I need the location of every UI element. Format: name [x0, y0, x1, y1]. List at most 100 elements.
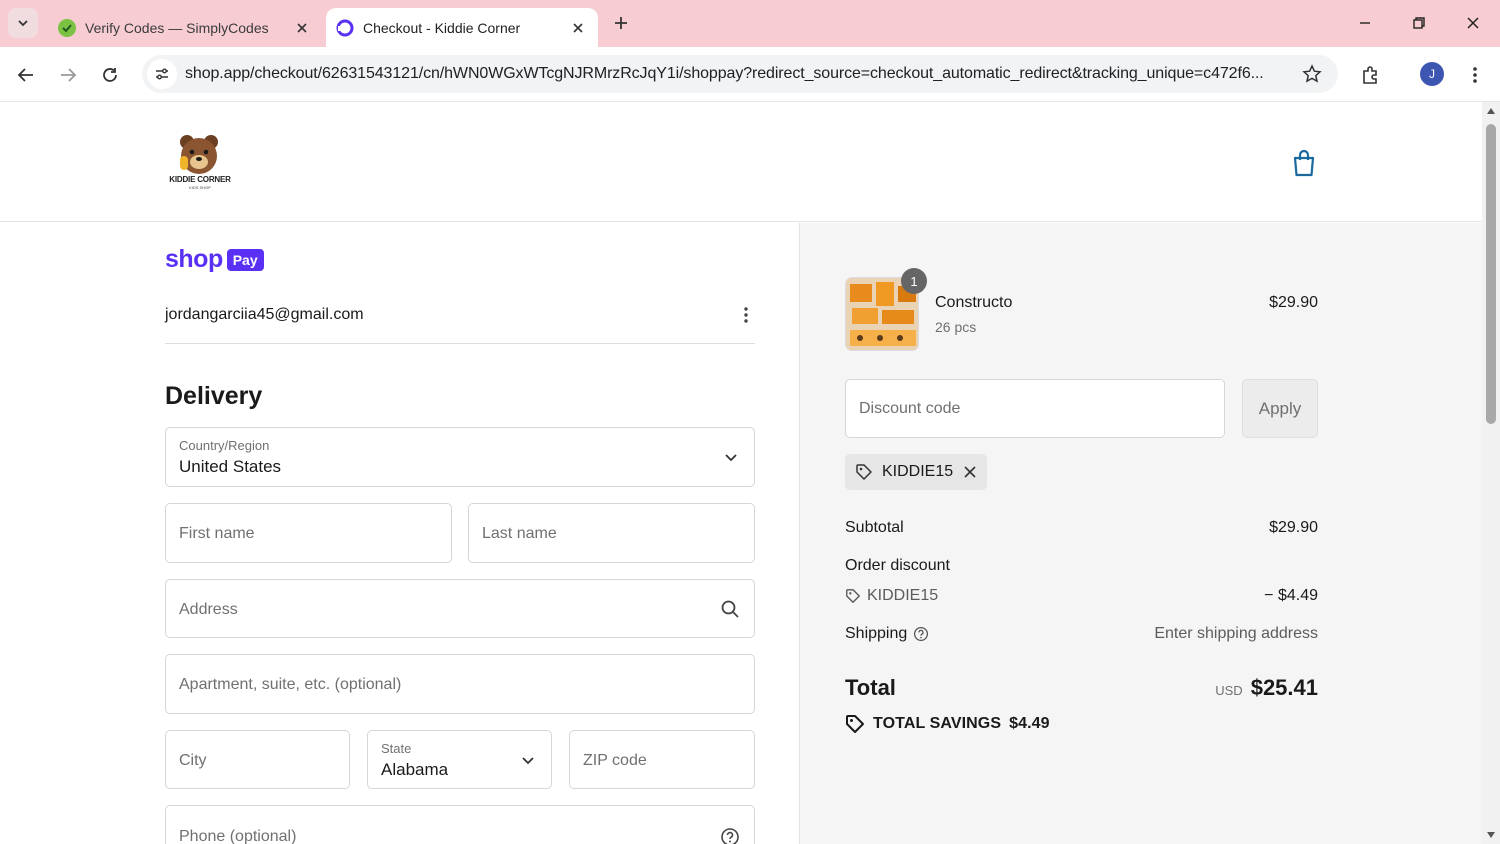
- shopping-bag-icon[interactable]: [1290, 148, 1318, 178]
- zip-field[interactable]: ZIP code: [569, 730, 755, 789]
- country-label: Country/Region: [179, 438, 270, 453]
- tab-search-button[interactable]: [8, 8, 38, 38]
- tab-title: Verify Codes — SimplyCodes: [85, 19, 269, 36]
- last-name-field[interactable]: Last name: [468, 503, 755, 563]
- shop-pay-wordmark: shop: [165, 245, 223, 273]
- total-savings-label: TOTAL SAVINGS: [873, 715, 1002, 732]
- close-window-button[interactable]: [1458, 9, 1488, 37]
- total-savings: TOTAL SAVINGS $4.49: [845, 714, 1050, 734]
- order-discount-code-row: KIDDIE15: [845, 587, 938, 605]
- order-discount-label: Order discount: [845, 557, 950, 574]
- browser-menu-button[interactable]: [1460, 60, 1490, 90]
- puzzle-icon: [1363, 66, 1377, 84]
- shop-icon: [336, 19, 354, 37]
- store-logo-text: KIDDIE CORNER: [169, 175, 231, 184]
- apply-discount-button[interactable]: Apply: [1242, 379, 1318, 438]
- order-discount-value: − $4.49: [1264, 587, 1318, 604]
- checkout-header: KIDDIE CORNER KIDS SHOP: [0, 102, 1482, 222]
- state-select[interactable]: State Alabama: [367, 730, 552, 789]
- shipping-label: Shipping: [845, 625, 908, 642]
- arrow-left-icon: [17, 68, 33, 82]
- discount-code-placeholder: Discount code: [859, 400, 961, 417]
- total-label: Total: [845, 675, 896, 700]
- checkout-page: KIDDIE CORNER KIDS SHOP shop Pay jordang…: [0, 102, 1482, 844]
- shipping-row: Shipping: [845, 625, 929, 643]
- remove-discount-icon[interactable]: [963, 465, 977, 479]
- simplycodes-icon: [58, 18, 76, 37]
- country-value: United States: [179, 457, 282, 476]
- apartment-field[interactable]: Apartment, suite, etc. (optional): [165, 654, 755, 714]
- phone-field[interactable]: Phone (optional): [165, 805, 755, 844]
- total-amount: $25.41: [1250, 675, 1318, 700]
- country-select[interactable]: Country/Region United States: [165, 427, 755, 487]
- tab-title: Checkout - Kiddie Corner: [363, 19, 521, 36]
- reload-icon: [103, 68, 117, 82]
- close-tab-icon[interactable]: [567, 17, 589, 39]
- scroll-up-arrow-icon[interactable]: [1484, 106, 1498, 116]
- product-variant: 26 pcs: [935, 319, 977, 335]
- first-name-field[interactable]: First name: [165, 503, 452, 563]
- tag-icon: [846, 715, 864, 733]
- store-logo-subtext: KIDS SHOP: [189, 185, 211, 190]
- quantity-badge: 1: [901, 268, 927, 294]
- chevron-down-icon: [522, 757, 534, 765]
- minimize-icon: [1360, 22, 1370, 24]
- tag-icon: [856, 464, 872, 480]
- more-vertical-icon: [744, 307, 748, 323]
- close-icon: [1467, 17, 1479, 29]
- shop-pay-logo: shop Pay: [165, 245, 264, 274]
- subtotal-value: $29.90: [1269, 519, 1318, 536]
- arrow-right-icon: [61, 68, 77, 82]
- state-label: State: [381, 741, 412, 756]
- help-circle-icon[interactable]: [720, 827, 740, 844]
- zip-placeholder: ZIP code: [583, 752, 647, 769]
- new-tab-button[interactable]: [608, 10, 634, 36]
- browser-tab-bar: Verify Codes — SimplyCodes Checkout - Ki…: [0, 0, 1500, 47]
- browser-toolbar: shop.app/checkout/62631543121/cn/hWN0WGx…: [0, 47, 1500, 102]
- tag-icon: [846, 589, 860, 603]
- subtotal-label: Subtotal: [845, 519, 904, 536]
- chevron-down-icon: [725, 454, 737, 462]
- applied-discount-code: KIDDIE15: [882, 463, 954, 480]
- profile-avatar[interactable]: J: [1420, 62, 1444, 86]
- last-name-placeholder: Last name: [482, 525, 557, 542]
- chevron-down-icon: [18, 20, 28, 27]
- minimize-button[interactable]: [1350, 9, 1380, 37]
- close-tab-icon[interactable]: [291, 17, 313, 39]
- reload-button[interactable]: [95, 60, 125, 90]
- first-name-placeholder: First name: [179, 525, 255, 542]
- account-email: jordangarciia45@gmail.com: [165, 306, 364, 323]
- order-discount-code: KIDDIE15: [867, 587, 939, 604]
- shipping-value: Enter shipping address: [1154, 625, 1318, 642]
- restore-button[interactable]: [1404, 9, 1434, 37]
- account-menu-button[interactable]: [737, 305, 755, 325]
- help-circle-icon[interactable]: [913, 626, 929, 642]
- restore-icon: [1413, 17, 1425, 29]
- scrollbar-thumb[interactable]: [1486, 124, 1496, 424]
- currency-code: USD: [1215, 683, 1243, 698]
- apartment-placeholder: Apartment, suite, etc. (optional): [179, 676, 402, 693]
- city-field[interactable]: City: [165, 730, 350, 789]
- scroll-down-arrow-icon[interactable]: [1484, 830, 1498, 840]
- address-bar[interactable]: shop.app/checkout/62631543121/cn/hWN0WGx…: [142, 55, 1338, 93]
- applied-discount-chip: KIDDIE15: [845, 454, 987, 490]
- address-placeholder: Address: [179, 601, 238, 618]
- search-icon: [721, 600, 739, 618]
- more-vertical-icon: [1473, 67, 1477, 83]
- total-amount-group: USD $25.41: [1215, 675, 1318, 701]
- delivery-heading: Delivery: [165, 382, 263, 410]
- tab-simplycodes[interactable]: Verify Codes — SimplyCodes: [46, 8, 322, 47]
- state-value: Alabama: [381, 760, 449, 779]
- store-logo[interactable]: KIDDIE CORNER KIDS SHOP: [166, 132, 234, 194]
- site-info-icon[interactable]: [147, 59, 177, 89]
- address-field[interactable]: Address: [165, 579, 755, 638]
- tab-checkout[interactable]: Checkout - Kiddie Corner: [326, 8, 598, 47]
- back-button[interactable]: [11, 60, 41, 90]
- discount-code-input[interactable]: Discount code: [845, 379, 1225, 438]
- product-name: Constructo: [935, 294, 1013, 311]
- extensions-button[interactable]: [1356, 60, 1386, 90]
- shop-pay-badge: Pay: [226, 248, 264, 271]
- bookmark-star-icon[interactable]: [1302, 64, 1322, 89]
- forward-button[interactable]: [53, 60, 83, 90]
- phone-placeholder: Phone (optional): [179, 828, 297, 844]
